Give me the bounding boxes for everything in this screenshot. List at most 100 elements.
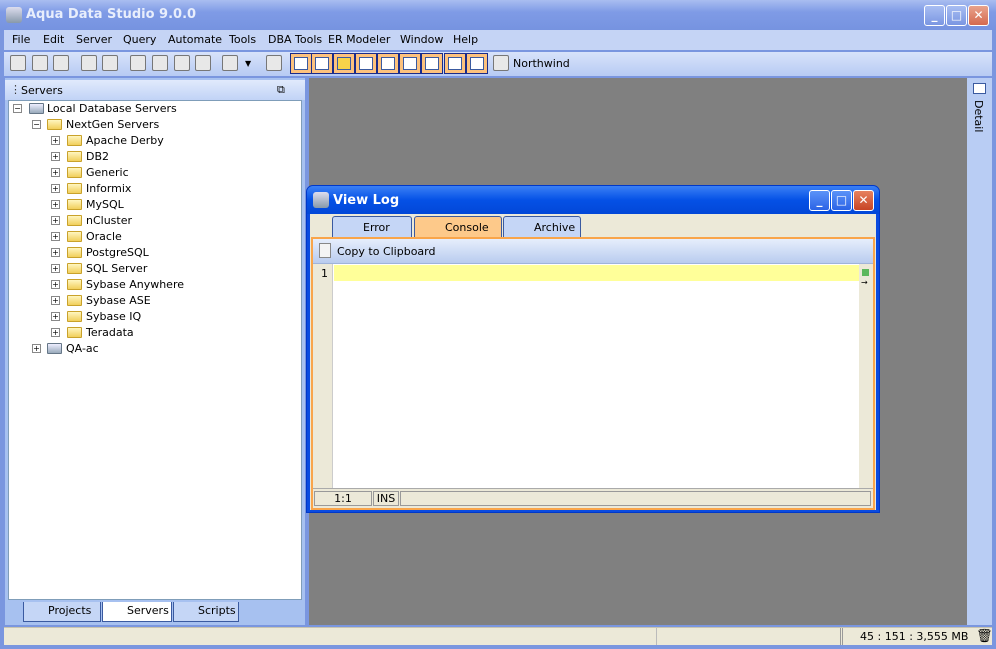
console-toolbar: Copy to Clipboard bbox=[313, 239, 873, 264]
expand-icon[interactable]: + bbox=[51, 312, 60, 321]
tree-label: Oracle bbox=[86, 230, 122, 243]
tab-scripts[interactable]: Scripts bbox=[173, 602, 239, 622]
current-line-highlight[interactable] bbox=[334, 265, 859, 281]
diagram-icon[interactable] bbox=[421, 53, 443, 74]
tree-item-server-type[interactable]: + nCluster bbox=[9, 213, 299, 229]
servers-panel-header: ⋮ Servers ⧉ bbox=[5, 80, 305, 100]
trash-icon[interactable]: 🗑 bbox=[976, 629, 993, 644]
expand-icon[interactable]: + bbox=[51, 232, 60, 241]
query-analyzer-icon[interactable] bbox=[152, 55, 168, 71]
table-data-icon[interactable] bbox=[290, 53, 312, 74]
compare-icon[interactable] bbox=[195, 55, 211, 71]
tree-label: SQL Server bbox=[86, 262, 148, 275]
tree-item-local-servers[interactable]: − Local Database Servers bbox=[9, 101, 299, 117]
menu-tools[interactable]: Tools bbox=[229, 33, 256, 46]
menu-automate[interactable]: Automate bbox=[168, 33, 222, 46]
script-icon[interactable] bbox=[222, 55, 238, 71]
expand-icon[interactable]: + bbox=[51, 184, 60, 193]
expand-icon[interactable]: + bbox=[51, 248, 60, 257]
restore-icon[interactable]: ⧉ bbox=[277, 83, 285, 97]
tree-label: QA-ac bbox=[66, 342, 99, 355]
tree-item-server-type[interactable]: + MySQL bbox=[9, 197, 299, 213]
expand-icon[interactable]: + bbox=[51, 200, 60, 209]
table-icon[interactable] bbox=[466, 53, 488, 74]
tree-item-server-type[interactable]: + Apache Derby bbox=[9, 133, 299, 149]
database-icon[interactable] bbox=[333, 53, 355, 74]
expand-icon[interactable]: + bbox=[51, 328, 60, 337]
tree-item-server-type[interactable]: + Oracle bbox=[9, 229, 299, 245]
line-gutter: 1 bbox=[313, 264, 333, 488]
tree-item-server-type[interactable]: + Informix bbox=[9, 181, 299, 197]
tab-servers[interactable]: Servers bbox=[102, 602, 172, 622]
list-icon[interactable] bbox=[399, 53, 421, 74]
folder-icon bbox=[67, 231, 82, 242]
folder-icon bbox=[67, 183, 82, 194]
menu-query[interactable]: Query bbox=[123, 33, 156, 46]
log-maximize-button[interactable]: □ bbox=[831, 190, 852, 211]
grid-view-icon[interactable] bbox=[355, 53, 377, 74]
connection-icon[interactable] bbox=[493, 55, 509, 71]
log-close-button[interactable]: ✕ bbox=[853, 190, 874, 211]
expand-icon[interactable]: + bbox=[51, 280, 60, 289]
tree-label: Informix bbox=[86, 182, 132, 195]
table-detail-icon[interactable] bbox=[311, 53, 333, 74]
tab-archive[interactable]: Archive bbox=[503, 216, 581, 238]
log-minimize-button[interactable]: _ bbox=[809, 190, 830, 211]
disconnect-icon[interactable] bbox=[102, 55, 118, 71]
expand-icon[interactable]: + bbox=[51, 168, 60, 177]
tab-console[interactable]: Console bbox=[414, 216, 502, 238]
menu-bar: File Edit Server Query Automate Tools DB… bbox=[4, 30, 992, 50]
expand-icon[interactable]: + bbox=[51, 264, 60, 273]
menu-er-modeler[interactable]: ER Modeler bbox=[328, 33, 390, 46]
tab-error-log[interactable]: Error Log bbox=[332, 216, 412, 255]
menu-server[interactable]: Server bbox=[76, 33, 112, 46]
folder-icon bbox=[67, 151, 82, 162]
expand-icon[interactable]: + bbox=[51, 296, 60, 305]
collapse-icon[interactable]: − bbox=[32, 120, 41, 129]
tree-item-server-type[interactable]: + DB2 bbox=[9, 149, 299, 165]
detail-tab[interactable]: Detail bbox=[972, 100, 985, 132]
menu-dba-tools[interactable]: DBA Tools bbox=[268, 33, 322, 46]
query-builder-icon[interactable] bbox=[174, 55, 190, 71]
tree-item-server-type[interactable]: + Teradata bbox=[9, 325, 299, 341]
close-button[interactable]: ✕ bbox=[968, 5, 989, 26]
expand-icon[interactable]: + bbox=[51, 136, 60, 145]
grid-icon[interactable] bbox=[53, 55, 69, 71]
copy-to-clipboard-button[interactable]: Copy to Clipboard bbox=[337, 245, 435, 258]
dropdown-arrow-icon[interactable]: ▼ bbox=[245, 59, 251, 68]
panel-title: Servers bbox=[21, 84, 63, 97]
folder-icon bbox=[67, 199, 82, 210]
query-window-icon[interactable] bbox=[130, 55, 146, 71]
tree-item-server-type[interactable]: + PostgreSQL bbox=[9, 245, 299, 261]
menu-window[interactable]: Window bbox=[400, 33, 443, 46]
minimize-button[interactable]: _ bbox=[924, 5, 945, 26]
menu-file[interactable]: File bbox=[12, 33, 30, 46]
tree-label: Sybase ASE bbox=[86, 294, 151, 307]
expand-icon[interactable]: + bbox=[51, 152, 60, 161]
tree-item-server-type[interactable]: + SQL Server bbox=[9, 261, 299, 277]
menu-help[interactable]: Help bbox=[453, 33, 478, 46]
tab-projects[interactable]: Projects bbox=[23, 602, 101, 622]
new-server-icon[interactable] bbox=[10, 55, 26, 71]
connect-icon[interactable] bbox=[81, 55, 97, 71]
tree-item-server-type[interactable]: + Sybase ASE bbox=[9, 293, 299, 309]
view-log-body: Error Log Console Archive Copy to Clipbo… bbox=[310, 214, 876, 510]
connection-name[interactable]: Northwind bbox=[513, 57, 570, 70]
folder-icon bbox=[67, 167, 82, 178]
tree-item-nextgen-servers[interactable]: − NextGen Servers bbox=[9, 117, 299, 133]
right-sidebar: Detail bbox=[967, 78, 992, 625]
tree-item-qa-ac[interactable]: + QA-ac bbox=[9, 341, 299, 357]
calculator-icon[interactable] bbox=[266, 55, 282, 71]
remove-server-icon[interactable] bbox=[32, 55, 48, 71]
menu-edit[interactable]: Edit bbox=[43, 33, 64, 46]
expand-icon[interactable]: + bbox=[32, 344, 41, 353]
chart-icon[interactable] bbox=[444, 53, 466, 74]
tree-item-server-type[interactable]: + Sybase Anywhere bbox=[9, 277, 299, 293]
collapse-icon[interactable]: − bbox=[13, 104, 22, 113]
maximize-button[interactable]: □ bbox=[946, 5, 967, 26]
tree-item-server-type[interactable]: + Generic bbox=[9, 165, 299, 181]
tree-item-server-type[interactable]: + Sybase IQ bbox=[9, 309, 299, 325]
detail-icon[interactable] bbox=[973, 83, 986, 94]
pivot-icon[interactable] bbox=[377, 53, 399, 74]
expand-icon[interactable]: + bbox=[51, 216, 60, 225]
